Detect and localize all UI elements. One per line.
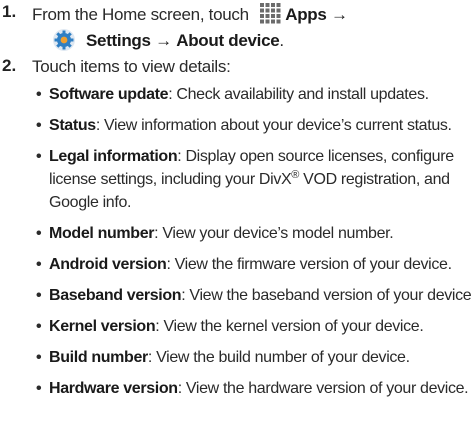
item-description-line-2: license settings, including your DivX [49,171,292,188]
bullet-dot: • [36,117,42,134]
list-item: • Legal information: Display open source… [36,146,468,216]
item-description-line-3: Google info. [49,194,132,211]
bullet-dot: • [36,349,42,366]
item-description: : Display open source licenses, configur… [177,148,454,165]
item-term: Software update [49,86,169,103]
item-description: : View the kernel version of your device… [155,318,424,335]
period: . [279,31,284,50]
item-description: : View the baseband version of your devi… [181,287,472,304]
bullet-dot: • [36,318,42,335]
item-description: : Check availability and install updates… [168,86,429,103]
bullet-dot: • [36,148,42,165]
item-term: Android version [49,256,167,273]
item-term: Baseband version [49,287,182,304]
bullet-dot: • [36,86,42,103]
item-description: : View the build number of your device. [147,349,410,366]
step-number: 1. [2,2,17,21]
item-term: Model number [49,225,155,242]
bullet-dot: • [36,287,42,304]
item-term: Status [49,117,96,134]
settings-gear-icon [52,28,76,52]
step-2-text: Touch items to view details: [32,57,231,76]
apps-grid-icon [259,2,281,24]
item-description-line-2b: VOD registration, and [299,171,450,188]
step-number: 2. [2,56,17,75]
item-description: : View the hardware version of your devi… [177,380,469,397]
item-term: Build number [49,349,148,366]
bullet-dot: • [36,225,42,242]
item-description: : View your device’s model number. [154,225,394,242]
arrow: → [155,31,172,50]
registered-mark: ® [291,169,300,181]
apps-label: Apps [285,5,327,24]
about-device-label: About device [176,31,280,50]
step-1-text: From the Home screen, touch [32,5,249,24]
bullet-dot: • [36,380,42,397]
item-term: Hardware version [49,380,178,397]
item-term: Kernel version [49,318,156,335]
arrow: → [330,5,348,24]
instruction-page: 1. From the Home screen, touch Apps → Se… [0,0,472,432]
settings-label: Settings [86,31,151,50]
step-1-line-2: Settings → About device. [52,28,284,52]
item-term: Legal information [49,148,178,165]
step-1-line-1: From the Home screen, touch Apps → [32,2,348,26]
bullet-dot: • [36,256,42,273]
item-description: : View information about your device’s c… [95,117,452,134]
item-description: : View the firmware version of your devi… [166,256,452,273]
